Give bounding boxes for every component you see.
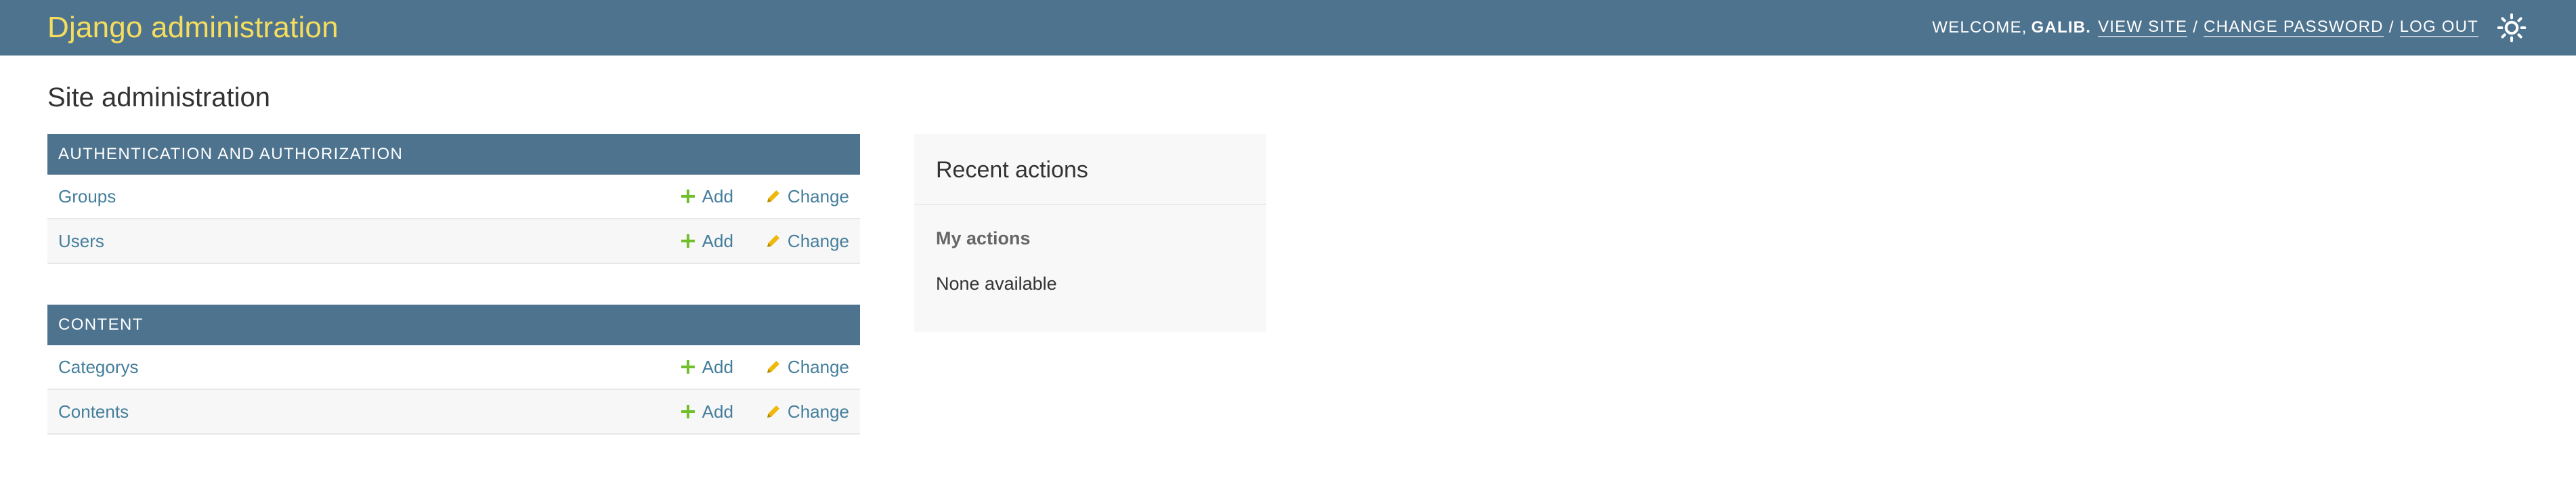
view-site-link[interactable]: VIEW SITE xyxy=(2098,18,2188,38)
add-categorys-button[interactable]: Add xyxy=(681,357,733,378)
model-link-contents[interactable]: Contents xyxy=(58,401,681,422)
module-authentication: AUTHENTICATION AND AUTHORIZATION Groups … xyxy=(47,134,860,264)
change-label: Change xyxy=(787,230,849,251)
add-label: Add xyxy=(702,356,733,377)
plus-icon xyxy=(681,234,695,248)
my-actions-heading: My actions xyxy=(936,228,1031,248)
change-label: Change xyxy=(787,356,849,377)
pencil-icon xyxy=(766,189,781,204)
model-row-categorys: Categorys Add Change xyxy=(47,345,860,390)
change-contents-button[interactable]: Change xyxy=(766,401,849,422)
recent-actions-panel: Recent actions My actions None available xyxy=(914,134,1266,332)
recent-actions-title: Recent actions xyxy=(914,134,1266,205)
change-label: Change xyxy=(787,185,849,206)
page-title: Site administration xyxy=(47,83,271,112)
add-label: Add xyxy=(702,230,733,251)
welcome-text: WELCOME, xyxy=(1932,18,2027,37)
user-tools: WELCOME, GALIB. VIEW SITE / CHANGE PASSW… xyxy=(1932,11,2529,45)
separator: / xyxy=(2193,18,2199,37)
plus-icon xyxy=(681,404,695,419)
model-row-contents: Contents Add Change xyxy=(47,390,860,435)
model-link-groups[interactable]: Groups xyxy=(58,186,681,207)
change-categorys-button[interactable]: Change xyxy=(766,357,849,378)
plus-icon xyxy=(681,359,695,374)
plus-icon xyxy=(681,189,695,204)
app-list: AUTHENTICATION AND AUTHORIZATION Groups … xyxy=(47,134,860,475)
theme-toggle-button[interactable] xyxy=(2495,11,2529,45)
module-content: CONTENT Categorys Add Change Contents Ad… xyxy=(47,305,860,435)
add-label: Add xyxy=(702,185,733,206)
module-caption[interactable]: CONTENT xyxy=(47,305,860,345)
site-branding[interactable]: Django administration xyxy=(47,11,339,45)
model-row-users: Users Add Change xyxy=(47,219,860,264)
model-row-groups: Groups Add Change xyxy=(47,175,860,219)
log-out-link[interactable]: LOG OUT xyxy=(2399,18,2478,38)
model-link-users[interactable]: Users xyxy=(58,231,681,252)
separator: / xyxy=(2388,18,2395,37)
change-password-link[interactable]: CHANGE PASSWORD xyxy=(2204,18,2384,38)
pencil-icon xyxy=(766,404,781,419)
pencil-icon xyxy=(766,359,781,374)
add-groups-button[interactable]: Add xyxy=(681,186,733,207)
main-content: Site administration AUTHENTICATION AND A… xyxy=(0,56,2576,475)
no-actions-text: None available xyxy=(936,273,1057,294)
change-groups-button[interactable]: Change xyxy=(766,186,849,207)
add-contents-button[interactable]: Add xyxy=(681,401,733,422)
change-label: Change xyxy=(787,401,849,422)
module-caption[interactable]: AUTHENTICATION AND AUTHORIZATION xyxy=(47,134,860,175)
pencil-icon xyxy=(766,234,781,248)
add-users-button[interactable]: Add xyxy=(681,231,733,252)
model-link-categorys[interactable]: Categorys xyxy=(58,357,681,378)
change-users-button[interactable]: Change xyxy=(766,231,849,252)
sun-icon xyxy=(2497,13,2527,43)
username: GALIB. xyxy=(2031,18,2092,37)
header: Django administration WELCOME, GALIB. VI… xyxy=(0,0,2576,56)
add-label: Add xyxy=(702,401,733,422)
